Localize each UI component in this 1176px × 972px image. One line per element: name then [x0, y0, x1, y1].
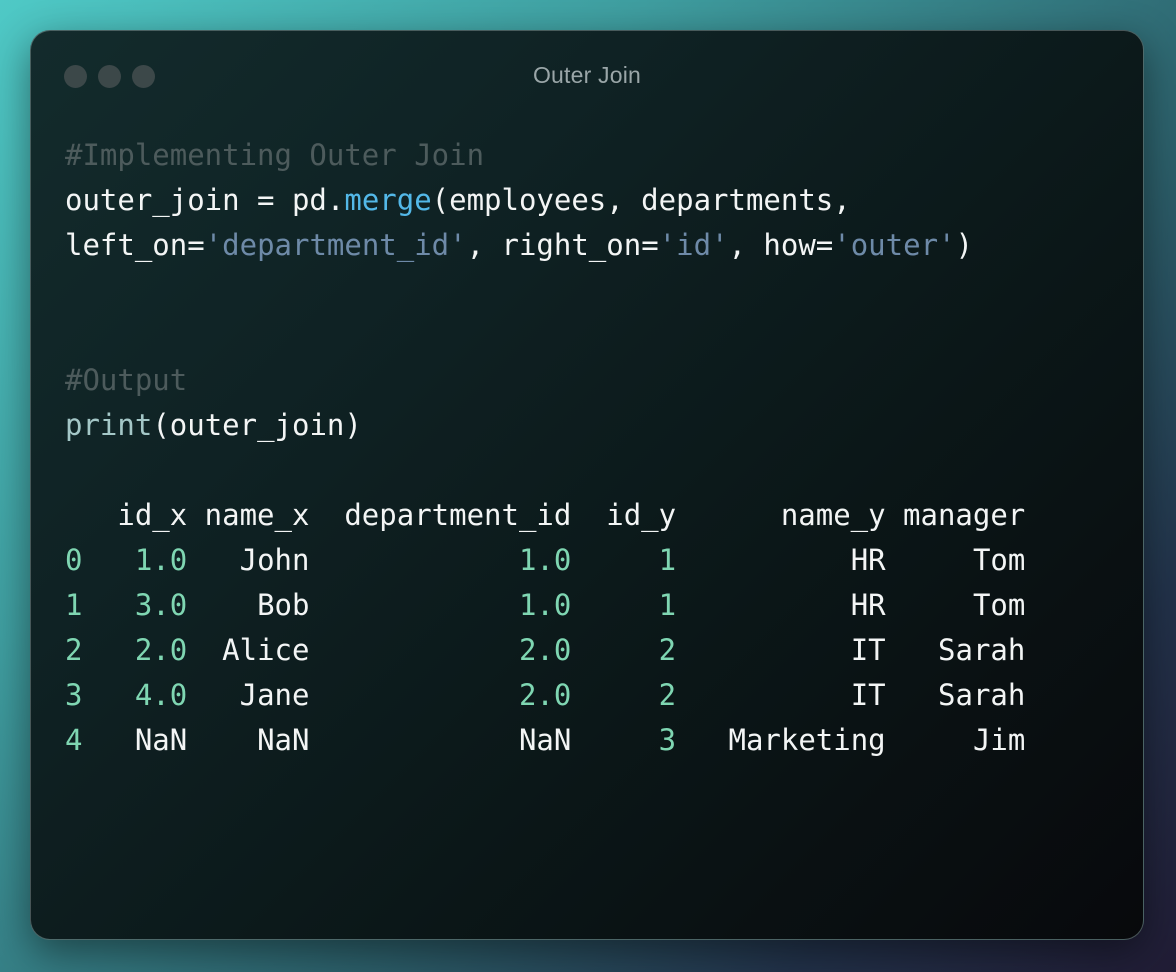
cell-name-x: John	[187, 543, 310, 577]
row-index: 0	[65, 543, 83, 577]
cell-id-y: 2	[571, 678, 677, 712]
cell-name-x: NaN	[187, 723, 310, 757]
code-token: left_on=	[65, 228, 205, 262]
cell-name-y: IT	[676, 633, 886, 667]
window-title: Outer Join	[532, 62, 642, 88]
output-table-row: 2 2.0 Alice 2.0 2 IT Sarah	[65, 628, 1025, 673]
cell-name-x: Alice	[187, 633, 310, 667]
cell-department-id: NaN	[309, 723, 572, 757]
merge-function-token: merge	[344, 183, 432, 217]
code-token: (employees, departments,	[431, 183, 851, 217]
output-table-row: 1 3.0 Bob 1.0 1 HR Tom	[65, 583, 1025, 628]
cell-manager: Jim	[885, 723, 1026, 757]
code-token: )	[955, 228, 973, 262]
cell-name-x: Jane	[187, 678, 310, 712]
code-token: , right_on=	[466, 228, 659, 262]
row-index: 1	[65, 588, 83, 622]
cell-name-y: Marketing	[676, 723, 886, 757]
string-token: 'id'	[658, 228, 729, 262]
output-table-row: 0 1.0 John 1.0 1 HR Tom	[65, 538, 1025, 583]
row-index: 4	[65, 723, 83, 757]
cell-id-x: 3.0	[82, 588, 188, 622]
cell-name-y: IT	[676, 678, 886, 712]
cell-manager: Tom	[885, 543, 1026, 577]
code-token: (outer_join)	[152, 408, 362, 442]
cell-department-id: 1.0	[309, 543, 572, 577]
cell-department-id: 1.0	[309, 588, 572, 622]
code-comment-implementing: #Implementing Outer Join	[65, 138, 485, 172]
code-comment-output: #Output	[65, 363, 188, 397]
cell-id-x: NaN	[82, 723, 188, 757]
code-block: #Implementing Outer Join outer_join = pd.…	[65, 133, 1025, 763]
cell-manager: Tom	[885, 588, 1026, 622]
cell-id-y: 3	[571, 723, 677, 757]
cell-name-y: HR	[676, 543, 886, 577]
cell-id-x: 2.0	[82, 633, 188, 667]
row-index: 2	[65, 633, 83, 667]
cell-manager: Sarah	[885, 678, 1026, 712]
cell-id-y: 1	[571, 588, 677, 622]
output-table-row: 4 NaN NaN NaN 3 Marketing Jim	[65, 718, 1025, 763]
cell-id-x: 1.0	[82, 543, 188, 577]
string-token: 'outer'	[833, 228, 956, 262]
cell-id-y: 2	[571, 633, 677, 667]
output-table-row: 3 4.0 Jane 2.0 2 IT Sarah	[65, 673, 1025, 718]
cell-id-x: 4.0	[82, 678, 188, 712]
output-table-header: id_x name_x department_id id_y name_y ma…	[65, 498, 1026, 532]
cell-manager: Sarah	[885, 633, 1026, 667]
cell-department-id: 2.0	[309, 633, 572, 667]
cell-department-id: 2.0	[309, 678, 572, 712]
cell-name-y: HR	[676, 588, 886, 622]
cell-id-y: 1	[571, 543, 677, 577]
cell-name-x: Bob	[187, 588, 310, 622]
code-line-print: print(outer_join)	[65, 403, 1025, 448]
code-line-merge-args: left_on='department_id', right_on='id', …	[65, 223, 1025, 268]
row-index: 3	[65, 678, 83, 712]
string-token: 'department_id'	[204, 228, 467, 262]
code-line-merge: outer_join = pd.merge(employees, departm…	[65, 178, 1025, 223]
code-window: Outer Join #Implementing Outer Join outer…	[30, 30, 1144, 940]
print-builtin-token: print	[65, 408, 153, 442]
code-token: outer_join = pd.	[65, 183, 345, 217]
code-token: , how=	[728, 228, 834, 262]
